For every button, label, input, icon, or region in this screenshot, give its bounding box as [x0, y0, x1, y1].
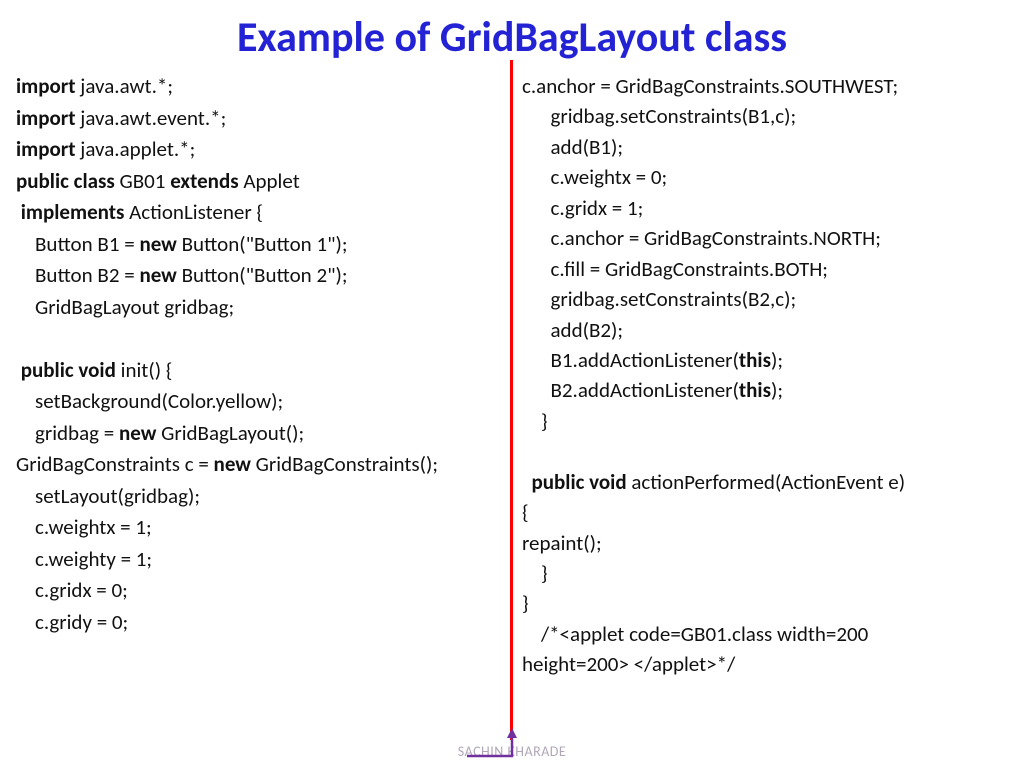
code-line: c.anchor = GridBagConstraints.SOUTHWEST;	[522, 71, 1014, 101]
code-line: add(B2);	[522, 315, 1014, 345]
code-line: GridBagConstraints c = new GridBagConstr…	[16, 449, 504, 481]
code-line: c.anchor = GridBagConstraints.NORTH;	[522, 223, 1014, 253]
code-line: Button B2 = new Button("Button 2");	[16, 260, 504, 292]
code-line: c.gridx = 1;	[522, 193, 1014, 223]
code-line: gridbag.setConstraints(B1,c);	[522, 101, 1014, 131]
code-line: c.weightx = 1;	[16, 512, 504, 544]
code-line: gridbag.setConstraints(B2,c);	[522, 284, 1014, 314]
right-column: c.anchor = GridBagConstraints.SOUTHWEST;…	[510, 71, 1024, 731]
code-line: }	[522, 558, 1014, 588]
code-line: public class GB01 extends Applet	[16, 166, 504, 198]
code-line: B1.addActionListener(this);	[522, 345, 1014, 375]
code-line: repaint();	[522, 528, 1014, 558]
code-line	[16, 323, 504, 355]
code-line: c.weighty = 1;	[16, 544, 504, 576]
code-line: c.fill = GridBagConstraints.BOTH;	[522, 254, 1014, 284]
code-line: import java.awt.event.*;	[16, 103, 504, 135]
code-line: setLayout(gridbag);	[16, 481, 504, 513]
code-line: /*<applet code=GB01.class width=200	[522, 619, 1014, 649]
code-line: add(B1);	[522, 132, 1014, 162]
code-line: }	[522, 588, 1014, 618]
code-line: c.gridx = 0;	[16, 575, 504, 607]
code-line: B2.addActionListener(this);	[522, 375, 1014, 405]
code-line: height=200> </applet>*/	[522, 649, 1014, 679]
code-line: c.weightx = 0;	[522, 162, 1014, 192]
code-line: implements ActionListener {	[16, 197, 504, 229]
u-arrow-icon	[462, 726, 522, 762]
code-line: gridbag = new GridBagLayout();	[16, 418, 504, 450]
code-line: }	[522, 406, 1014, 436]
code-line: import java.awt.*;	[16, 71, 504, 103]
code-line: {	[522, 497, 1014, 527]
code-line: c.gridy = 0;	[16, 607, 504, 639]
left-column: import java.awt.*; import java.awt.event…	[0, 71, 510, 731]
code-line: Button B1 = new Button("Button 1");	[16, 229, 504, 261]
code-line	[522, 436, 1014, 466]
code-line: public void actionPerformed(ActionEvent …	[522, 467, 1014, 497]
vertical-divider	[510, 60, 513, 740]
code-line: setBackground(Color.yellow);	[16, 386, 504, 418]
code-line: import java.applet.*;	[16, 134, 504, 166]
code-line: GridBagLayout gridbag;	[16, 292, 504, 324]
code-line: public void init() {	[16, 355, 504, 387]
